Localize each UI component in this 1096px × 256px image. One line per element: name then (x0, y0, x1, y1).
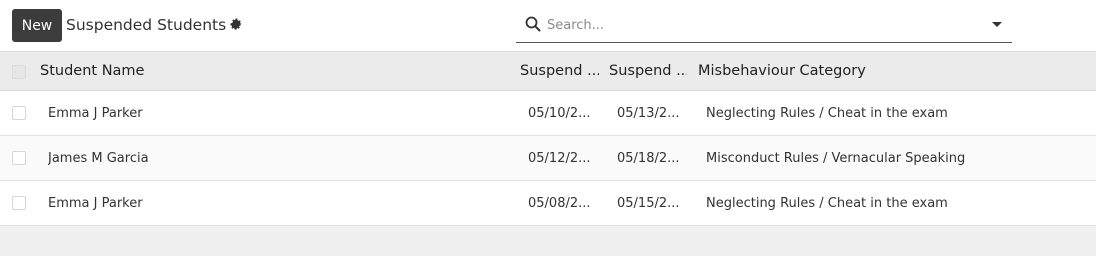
student-name-cell: Emma J Parker (48, 105, 143, 121)
column-header-student-name[interactable]: Student Name (40, 52, 500, 90)
column-header-misbehaviour-category[interactable]: Misbehaviour Category (698, 52, 998, 90)
suspend-to-cell: 05/18/2... (617, 150, 680, 166)
select-all-checkbox[interactable] (12, 65, 26, 79)
student-name-cell: James M Garcia (48, 150, 149, 166)
suspend-from-cell: 05/10/2... (528, 105, 591, 121)
row-checkbox[interactable] (12, 106, 26, 120)
search-input[interactable] (547, 12, 977, 38)
table-row[interactable]: Emma J Parker 05/08/2... 05/15/2... Negl… (0, 181, 1096, 226)
control-panel: New Suspended Students (0, 0, 1096, 51)
page-title: Suspended Students (66, 16, 227, 34)
suspend-to-cell: 05/13/2... (617, 105, 680, 121)
row-checkbox[interactable] (12, 151, 26, 165)
misbehaviour-category-cell: Misconduct Rules / Vernacular Speaking (706, 150, 966, 166)
table-row[interactable]: Emma J Parker 05/10/2... 05/13/2... Negl… (0, 91, 1096, 136)
table-header: Student Name Suspend ... Suspend ... Mis… (0, 51, 1096, 91)
new-button[interactable]: New (12, 9, 62, 42)
gear-icon[interactable] (230, 17, 243, 30)
misbehaviour-category-cell: Neglecting Rules / Cheat in the exam (706, 195, 948, 211)
row-checkbox[interactable] (12, 196, 26, 210)
suspend-to-cell: 05/15/2... (617, 195, 680, 211)
students-table: Student Name Suspend ... Suspend ... Mis… (0, 51, 1096, 226)
table-row[interactable]: James M Garcia 05/12/2... 05/18/2... Mis… (0, 136, 1096, 181)
student-name-cell: Emma J Parker (48, 195, 143, 211)
column-header-suspend-from[interactable]: Suspend ... (520, 52, 599, 90)
column-header-suspend-to[interactable]: Suspend ... (609, 52, 687, 90)
chevron-down-icon[interactable] (992, 22, 1002, 27)
search-icon (525, 16, 541, 32)
suspend-from-cell: 05/08/2... (528, 195, 591, 211)
suspend-from-cell: 05/12/2... (528, 150, 591, 166)
misbehaviour-category-cell: Neglecting Rules / Cheat in the exam (706, 105, 948, 121)
search-bar (516, 7, 1012, 43)
breadcrumb: Suspended Students (66, 15, 243, 35)
